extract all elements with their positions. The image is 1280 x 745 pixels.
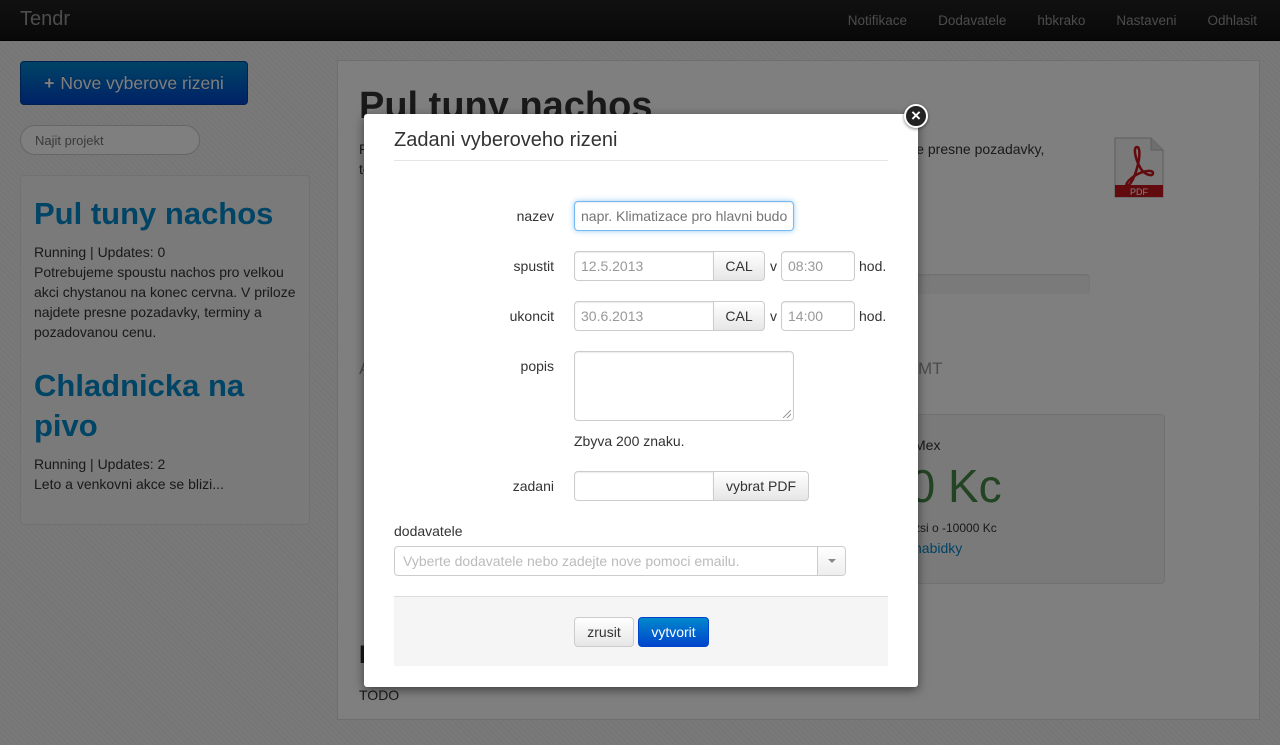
ukoncit-hod-label: hod. [859,308,887,324]
spustit-calendar-button[interactable]: CAL [713,251,765,281]
create-button[interactable]: vytvorit [638,617,709,647]
spustit-label: spustit [513,258,554,274]
dodavatele-placeholder: Vyberte dodavatele nebo zadejte nove pom… [403,553,740,569]
cancel-button[interactable]: zrusit [574,617,634,647]
popis-textarea[interactable] [574,351,794,421]
ukoncit-label: ukoncit [509,308,554,324]
dodavatele-label: dodavatele [394,523,463,539]
chevron-down-icon[interactable] [817,547,845,575]
nazev-label: nazev [516,208,554,224]
new-tender-modal: Zadani vyberoveho rizeni nazev spustit 1… [364,114,918,687]
ukoncit-time-input[interactable]: 14:00 [781,301,855,331]
popis-label: popis [520,358,554,374]
spustit-date-input[interactable]: 12.5.2013 [574,251,714,281]
ukoncit-date-input[interactable]: 30.6.2013 [574,301,714,331]
spustit-time-input[interactable]: 08:30 [781,251,855,281]
resize-handle-icon[interactable] [783,410,791,418]
close-icon[interactable]: × [904,104,928,128]
dodavatele-select[interactable]: Vyberte dodavatele nebo zadejte nove pom… [394,546,846,576]
choose-pdf-button[interactable]: vybrat PDF [713,471,809,501]
ukoncit-v-label: v [770,308,777,324]
modal-divider [394,160,888,161]
nazev-input[interactable] [574,201,794,231]
zadani-file-input[interactable] [574,471,714,501]
zadani-label: zadani [512,478,554,494]
popis-char-counter: Zbyva 200 znaku. [574,433,685,449]
modal-footer: zrusit vytvorit [394,596,888,666]
spustit-hod-label: hod. [859,258,887,274]
spustit-v-label: v [770,258,777,274]
ukoncit-calendar-button[interactable]: CAL [713,301,765,331]
modal-title: Zadani vyberoveho rizeni [394,129,618,151]
